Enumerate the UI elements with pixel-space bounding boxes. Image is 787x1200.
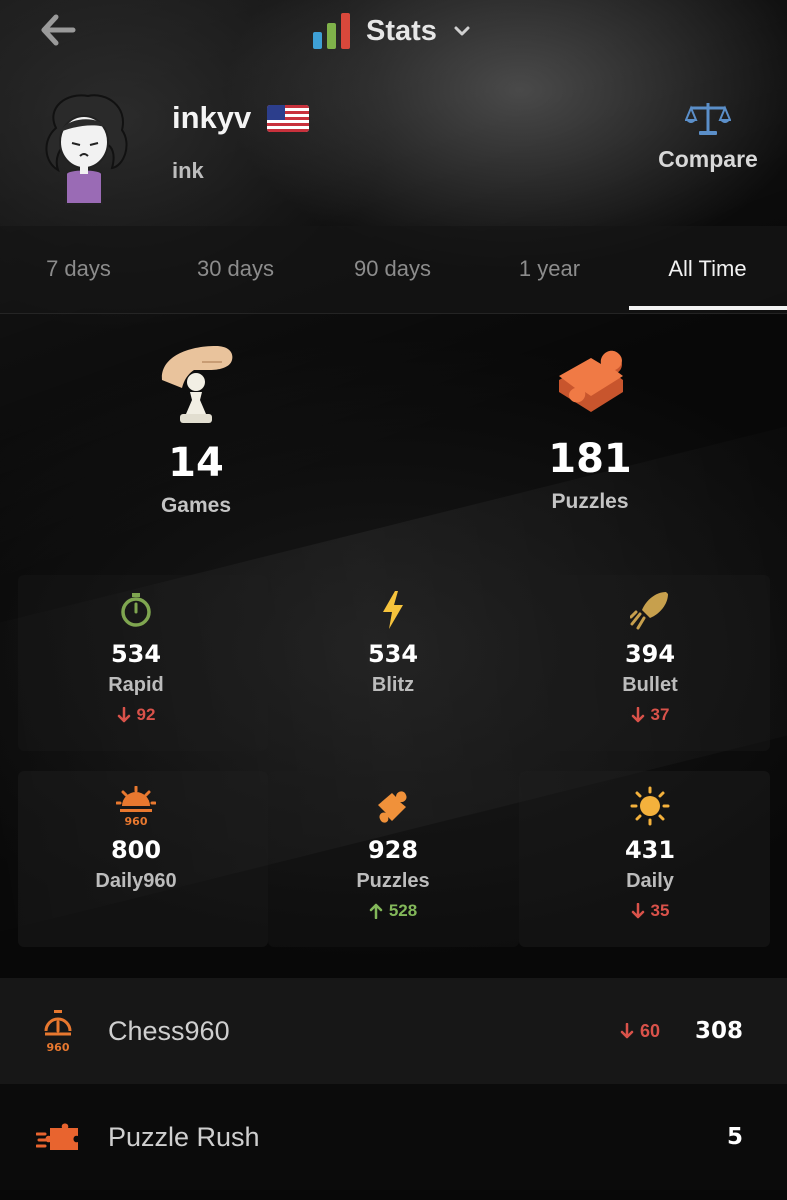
rapid-rating[interactable]: 534 Rapid 92 <box>21 590 251 725</box>
arrow-left-icon <box>41 14 76 46</box>
tab-7-days[interactable]: 7 days <box>0 226 157 312</box>
arrow-down-icon <box>117 707 130 723</box>
us-flag-icon <box>267 104 310 132</box>
display-name: ink <box>172 158 204 183</box>
puzzle-piece-icon <box>559 350 623 412</box>
puzzles-delta: 528 <box>369 901 417 921</box>
games-label: Games <box>160 494 232 517</box>
puzzles-label: Puzzles <box>551 490 629 513</box>
avatar[interactable] <box>36 88 136 206</box>
arrow-up-icon <box>369 903 383 919</box>
daily-rating[interactable]: 431 Daily 35 <box>535 786 765 921</box>
chess960-label: Chess960 <box>108 1015 230 1046</box>
page-title: Stats <box>366 14 437 47</box>
arrow-down-icon <box>620 1023 634 1039</box>
time-range-tabs: 7 days 30 days 90 days 1 year All Time <box>0 226 787 314</box>
chess960-value: 308 <box>694 1018 743 1044</box>
puzzle-rush-value: 5 <box>726 1124 743 1150</box>
blitz-rating[interactable]: 534 Blitz <box>278 590 508 697</box>
bullet-delta: 37 <box>631 705 669 725</box>
daily-value: 431 <box>624 836 676 864</box>
page-title-menu[interactable]: Stats <box>312 8 471 54</box>
puzzle-rush-label: Puzzle Rush <box>108 1121 260 1152</box>
list-item-puzzle-rush[interactable]: Puzzle Rush 5 <box>0 1084 787 1190</box>
puzzles-rating-value: 928 <box>367 836 419 864</box>
tab-all-time[interactable]: All Time <box>629 226 786 312</box>
stopwatch-960-icon: 960 <box>44 1010 72 1053</box>
username: inkyv <box>172 100 252 135</box>
daily960-label: Daily960 <box>95 870 177 892</box>
rapid-value: 534 <box>110 640 162 668</box>
daily960-rating[interactable]: 960 800 Daily960 <box>21 786 251 893</box>
daily-delta: 35 <box>631 901 669 921</box>
arrow-down-icon <box>631 707 644 723</box>
blitz-value: 534 <box>367 640 419 668</box>
games-summary[interactable]: 14 Games <box>96 340 296 518</box>
tab-90-days[interactable]: 90 days <box>314 226 471 312</box>
bullet-label: Bullet <box>622 674 678 696</box>
lightning-icon <box>383 591 403 629</box>
chevron-down-icon <box>454 26 470 36</box>
puzzles-rating-label: Puzzles <box>356 870 430 892</box>
chess960-delta: 60 <box>620 1021 660 1042</box>
list-item-chess960[interactable]: 960 Chess960 60 308 <box>0 978 787 1084</box>
tab-1-year[interactable]: 1 year <box>471 226 628 312</box>
arrow-down-icon <box>631 903 644 919</box>
svg-text:960: 960 <box>47 1041 70 1053</box>
active-tab-indicator <box>629 306 787 310</box>
bullet-rating[interactable]: 394 Bullet 37 <box>535 590 765 725</box>
games-count: 14 <box>168 440 224 486</box>
rapid-delta: 92 <box>117 705 155 725</box>
daily-label: Daily <box>626 870 674 892</box>
compare-label: Compare <box>658 146 758 172</box>
tab-30-days[interactable]: 30 days <box>157 226 314 312</box>
back-button[interactable] <box>38 10 78 50</box>
puzzle-icon <box>378 791 407 823</box>
sun-960-icon: 960 <box>116 786 156 826</box>
puzzles-summary[interactable]: 181 Puzzles <box>490 340 690 514</box>
sun-icon <box>630 786 670 826</box>
puzzle-rush-icon <box>36 1123 78 1150</box>
compare-button[interactable]: Compare <box>648 100 768 173</box>
puzzles-rating[interactable]: 928 Puzzles 528 <box>278 786 508 921</box>
svg-text:960: 960 <box>125 815 148 826</box>
puzzles-count: 181 <box>548 436 632 482</box>
bar-chart-icon <box>313 13 350 49</box>
stopwatch-icon <box>121 593 151 627</box>
scales-icon <box>685 103 731 135</box>
rapid-label: Rapid <box>108 674 164 696</box>
daily960-value: 800 <box>110 836 162 864</box>
blitz-label: Blitz <box>371 674 415 696</box>
bullet-icon <box>630 592 668 630</box>
hand-pawn-icon <box>161 346 233 423</box>
bullet-value: 394 <box>624 640 676 668</box>
